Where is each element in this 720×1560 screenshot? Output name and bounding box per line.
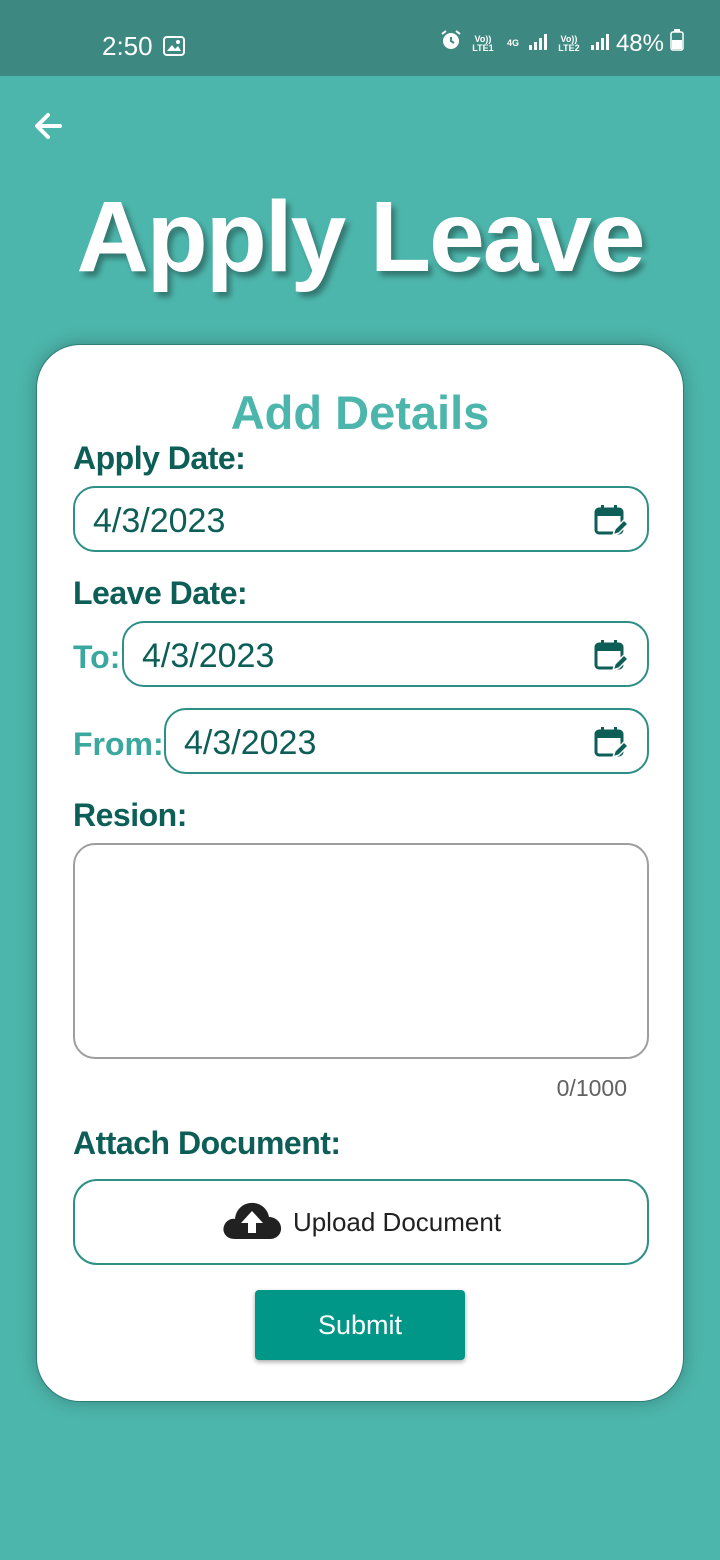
status-icons: Vo)) LTE1 4G Vo)) LTE2 48% [440, 29, 684, 58]
status-time: 2:50 [102, 31, 153, 61]
arrow-left-icon [30, 113, 66, 148]
calendar-edit-icon[interactable] [593, 725, 630, 761]
back-button[interactable] [30, 108, 70, 144]
reason-char-counter: 0/1000 [556, 1075, 627, 1101]
upload-document-button[interactable]: Upload Document [73, 1179, 649, 1265]
to-date-value: 4/3/2023 [142, 637, 275, 675]
to-date-field[interactable]: 4/3/2023 [122, 621, 649, 687]
leave-form-card: Add Details Apply Date: 4/3/2023 Leave D… [36, 344, 684, 1402]
from-date-value: 4/3/2023 [184, 724, 317, 762]
sim2-label: Vo)) LTE2 [558, 33, 580, 53]
calendar-edit-icon[interactable] [593, 638, 630, 674]
to-label: To: [73, 639, 121, 675]
from-date-field[interactable]: 4/3/2023 [164, 708, 649, 774]
network-type-label: 4G [506, 38, 519, 48]
reason-textarea[interactable] [73, 843, 649, 1059]
leave-date-label: Leave Date: [73, 575, 248, 611]
status-bar: 2:50 Vo)) LTE1 4G Vo)) LTE2 48% [0, 0, 720, 76]
alarm-icon [440, 29, 462, 58]
battery-percent: 48% [615, 29, 664, 57]
apply-date-field[interactable]: 4/3/2023 [73, 486, 649, 552]
calendar-edit-icon[interactable] [593, 503, 630, 539]
card-heading: Add Details [230, 386, 490, 439]
signal-icon [528, 30, 548, 58]
sim1-label: Vo)) LTE1 [472, 33, 494, 53]
signal-icon [590, 30, 610, 58]
from-label: From: [73, 726, 164, 762]
upload-document-label: Upload Document [292, 1206, 502, 1237]
battery-icon [670, 29, 684, 58]
submit-button[interactable]: Submit [255, 1290, 465, 1360]
page-title: Apply Leave [76, 181, 645, 293]
reason-label: Resion: [73, 797, 187, 833]
gallery-icon [163, 36, 185, 61]
apply-date-label: Apply Date: [73, 440, 246, 476]
cloud-upload-icon [221, 1199, 283, 1246]
apply-date-value: 4/3/2023 [93, 502, 226, 540]
attach-document-label: Attach Document: [73, 1125, 341, 1161]
